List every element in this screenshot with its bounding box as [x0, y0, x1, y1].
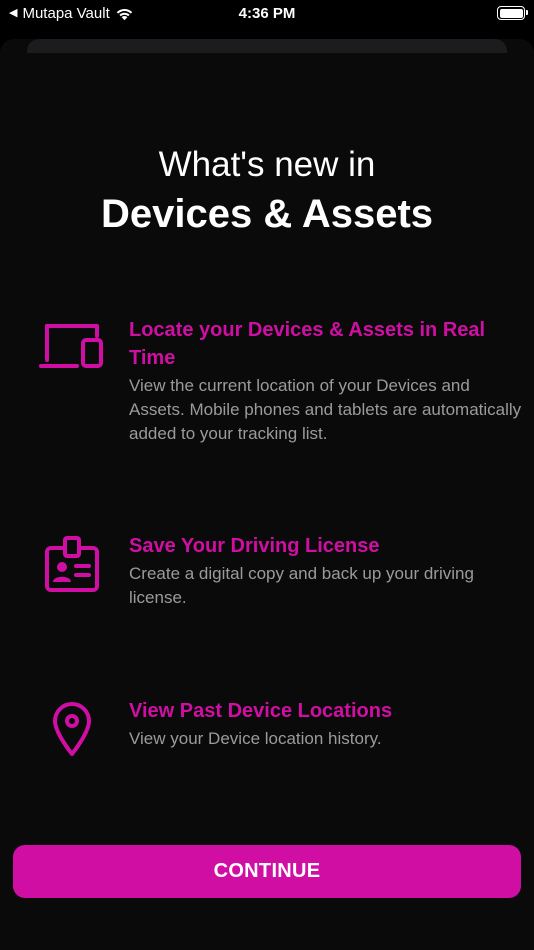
battery-icon	[497, 6, 528, 20]
feature-title: View Past Device Locations	[129, 700, 393, 722]
feature-title: Save Your Driving License	[129, 535, 380, 557]
status-bar: ◀ Mutapa Vault 4:36 PM	[0, 0, 534, 30]
page-subtitle: What's new in	[158, 145, 376, 184]
status-time: 4:36 PM	[238, 5, 296, 22]
feature-title: Locate your Devices & Assets in Real Tim…	[129, 319, 486, 369]
feature-description: View the current location of your Device…	[129, 376, 522, 443]
feature-text: Save Your Driving License Create a digit…	[129, 532, 524, 610]
location-pin-icon	[37, 701, 107, 761]
page-title: Devices & Assets	[100, 192, 434, 236]
feature-text: View Past Device Locations View your Dev…	[129, 697, 524, 751]
continue-button[interactable]: CONTINUE	[13, 845, 521, 898]
id-badge-icon	[37, 536, 107, 596]
feature-description: View your Device location history.	[129, 729, 382, 748]
devices-icon	[37, 322, 107, 382]
feature-text: Locate your Devices & Assets in Real Tim…	[129, 316, 524, 446]
sheet-top-card	[27, 39, 507, 53]
feature-description: Create a digital copy and back up your d…	[129, 564, 474, 607]
